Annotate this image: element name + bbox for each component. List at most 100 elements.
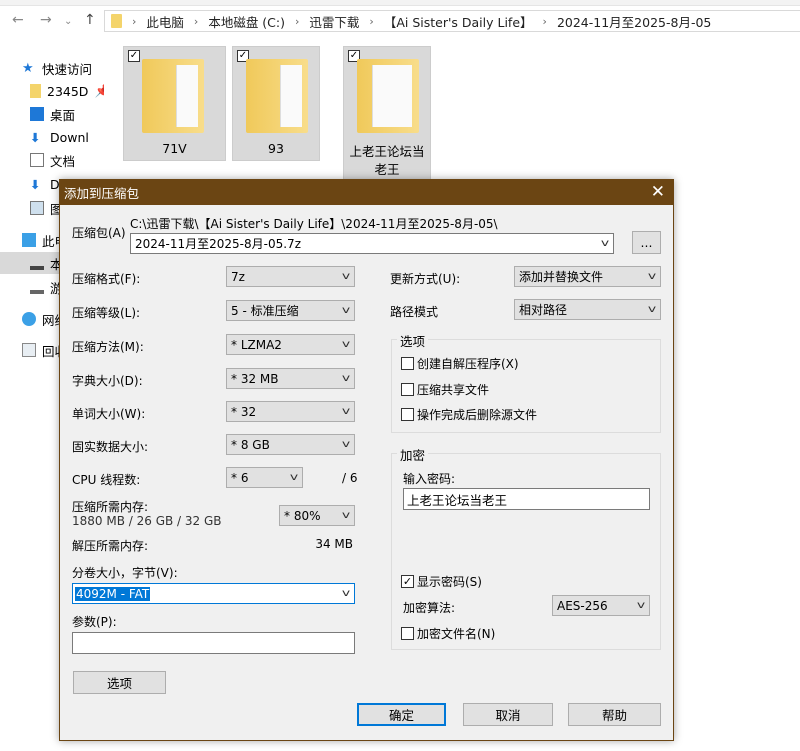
chevron-down-icon: v	[341, 439, 351, 450]
back-icon[interactable]: ←	[12, 12, 24, 28]
breadcrumb-item[interactable]: 【Ai Sister's Daily Life】	[384, 12, 533, 31]
folder-item[interactable]: ✓ 93	[232, 46, 320, 161]
breadcrumb-item[interactable]: 迅雷下载	[309, 12, 359, 31]
show-password-checkbox[interactable]: ✓ 显示密码(S)	[401, 573, 482, 590]
method-label: 压缩方法(M):	[72, 340, 144, 354]
desktop-icon	[30, 107, 44, 121]
dialog-title: 添加到压缩包	[64, 186, 140, 201]
chevron-down-icon: v	[289, 472, 299, 483]
level-label: 压缩等级(L):	[72, 306, 141, 320]
chevron-right-icon: ›	[132, 14, 137, 28]
decompress-memory-value: 34 MB	[315, 537, 353, 551]
checkbox-label: 操作完成后删除源文件	[417, 408, 538, 422]
format-label: 压缩格式(F):	[72, 272, 141, 286]
format-select[interactable]: 7z v	[226, 266, 355, 287]
algorithm-label: 加密算法:	[403, 601, 456, 615]
checkbox-label: 加密文件名(N)	[417, 627, 496, 641]
cpu-value: * 6	[231, 470, 249, 485]
algo-value: AES-256	[557, 598, 608, 613]
volume-value: 4092M - FAT	[75, 586, 151, 601]
path-mode-select[interactable]: 相对路径 v	[514, 299, 661, 320]
pin-icon: 📌	[94, 83, 104, 98]
window-top-strip	[0, 0, 800, 6]
dialog-title-bar[interactable]: 添加到压缩包	[60, 180, 673, 205]
delete-source-checkbox[interactable]: 操作完成后删除源文件	[401, 406, 537, 423]
breadcrumb-item[interactable]: 2024-11月至2025-8月-05	[557, 12, 711, 31]
memory-percent-value: * 80%	[284, 508, 321, 523]
sidebar-item-pictures[interactable]: 图	[30, 197, 60, 219]
forward-icon[interactable]: →	[40, 12, 52, 28]
chevron-right-icon: ›	[295, 14, 300, 28]
folder-icon	[111, 14, 122, 28]
encryption-method-select[interactable]: AES-256 v	[552, 595, 650, 616]
sidebar-item-documents[interactable]: 文档	[30, 149, 104, 171]
memory-label: 压缩所需内存:	[72, 500, 149, 514]
shared-files-checkbox[interactable]: 压缩共享文件	[401, 381, 489, 398]
sidebar-item-recycle-bin[interactable]: 回收	[22, 339, 60, 361]
level-select[interactable]: 5 - 标准压缩 v	[226, 300, 355, 321]
sidebar-item-drive[interactable]: 游	[30, 276, 60, 298]
encrypt-names-checkbox[interactable]: 加密文件名(N)	[401, 625, 495, 642]
dict-label: 字典大小(D):	[72, 374, 143, 388]
sidebar-item-network[interactable]: 网络	[22, 308, 60, 330]
network-icon	[22, 312, 36, 326]
download-icon: ⬇	[30, 130, 41, 145]
chevron-right-icon: ›	[193, 14, 199, 28]
cpu-threads-select[interactable]: * 6 v	[226, 467, 303, 488]
recent-chevron-icon[interactable]: ⌄	[64, 16, 72, 27]
options-button[interactable]: 选项	[73, 671, 166, 694]
folder-name: 71V	[162, 141, 187, 156]
sidebar-item-label: 此电	[42, 233, 60, 249]
sidebar-item-downloads-2[interactable]: ⬇ D	[30, 173, 60, 195]
update-value: 添加并替换文件	[519, 270, 604, 284]
sidebar-item-label: 快速访问	[42, 61, 93, 77]
checkbox[interactable]: ✓	[128, 50, 140, 62]
checkbox-box	[401, 408, 414, 421]
cancel-button[interactable]: 取消	[463, 703, 553, 726]
sidebar-item-local-disk[interactable]: 本	[0, 252, 60, 274]
volume-size-combo[interactable]: 4092M - FAT v	[72, 583, 355, 604]
sidebar-item-this-pc[interactable]: 此电	[22, 229, 60, 251]
sidebar-item-desktop[interactable]: 桌面	[30, 103, 104, 125]
folder-contents-preview	[280, 65, 302, 127]
memory-percent-select[interactable]: * 80% v	[279, 505, 355, 526]
word-label: 单词大小(W):	[72, 407, 146, 421]
archive-label: 压缩包(A)	[72, 226, 126, 240]
method-select[interactable]: * LZMA2 v	[226, 334, 355, 355]
checkbox-box	[401, 627, 414, 640]
chevron-down-icon: v	[647, 271, 657, 282]
folder-item[interactable]: ✓ 71V	[123, 46, 226, 161]
sidebar-item-quick-access[interactable]: ★ 快速访问	[22, 57, 92, 79]
help-button[interactable]: 帮助	[568, 703, 661, 726]
update-mode-select[interactable]: 添加并替换文件 v	[514, 266, 661, 287]
sidebar-item-label: Downl	[50, 129, 89, 145]
checkbox-label: 显示密码(S)	[417, 575, 482, 589]
chevron-right-icon: ›	[542, 14, 547, 28]
pathmode-value: 相对路径	[519, 303, 568, 317]
download-icon: ⬇	[30, 177, 41, 192]
sidebar-item-2345d[interactable]: 2345D 📌	[30, 80, 104, 102]
password-input[interactable]: 上老王论坛当老王	[403, 488, 650, 510]
ok-button[interactable]: 确定	[357, 703, 446, 726]
word-size-select[interactable]: * 32 v	[226, 401, 355, 422]
dictionary-select[interactable]: * 32 MB v	[226, 368, 355, 389]
breadcrumb-item[interactable]: 此电脑	[146, 12, 184, 31]
solid-size-select[interactable]: * 8 GB v	[226, 434, 355, 455]
drive-icon	[30, 256, 44, 270]
archive-name-combo[interactable]: 2024-11月至2025-8月-05.7z v	[130, 233, 614, 254]
sidebar-item-downloads[interactable]: ⬇ Downl	[30, 126, 104, 148]
dict-value: * 32 MB	[231, 371, 279, 386]
options-group-title: 选项	[397, 331, 429, 350]
folder-item[interactable]: ✓ 上老王论坛当老王	[343, 46, 431, 180]
up-icon[interactable]: ↑	[84, 12, 96, 28]
checkbox-box	[401, 383, 414, 396]
chevron-down-icon: v	[341, 305, 351, 316]
params-input[interactable]	[72, 632, 355, 654]
folder-icon	[30, 84, 41, 98]
address-bar[interactable]: › 此电脑 › 本地磁盘 (C:) › 迅雷下载 › 【Ai Sister's Dail…	[104, 10, 800, 32]
breadcrumb-item[interactable]: 本地磁盘 (C:)	[208, 12, 285, 31]
close-icon[interactable]: ✕	[651, 182, 665, 202]
sfx-checkbox[interactable]: 创建自解压程序(X)	[401, 355, 519, 372]
pc-icon	[22, 233, 36, 247]
browse-button[interactable]: ...	[632, 231, 661, 254]
